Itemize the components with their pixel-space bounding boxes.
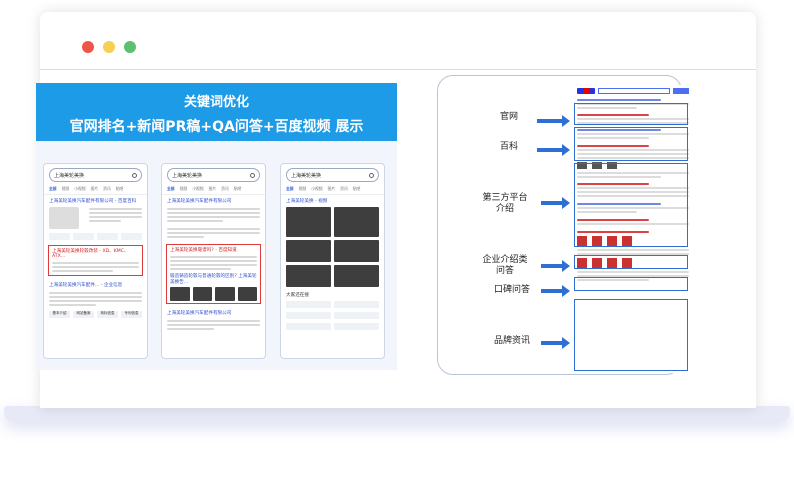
laptop-base xyxy=(4,406,790,422)
search-query: 上海美轮美换 xyxy=(291,172,322,179)
highlight-encyclopedia xyxy=(574,127,688,161)
result-text-2 xyxy=(162,225,265,241)
highlight-box: 上海美轮美换轮毂改装 - XD、KMC、ATX... xyxy=(48,245,143,276)
related-searches: 大家还在搜 xyxy=(286,293,309,298)
result-text xyxy=(162,205,265,225)
tab-all: 全部 xyxy=(49,186,57,191)
baidu-logo xyxy=(577,88,595,94)
phone-tabs: 全部 视频 小视频 图片 资讯 贴吧 xyxy=(281,184,384,195)
tab-all: 全部 xyxy=(286,186,294,191)
wheel-images xyxy=(168,286,259,302)
btn-trademark: 商标信息 xyxy=(97,311,118,318)
arrow-encyclopedia xyxy=(537,144,570,156)
phone-screenshot-3: 上海美轮美换 全部 视频 小视频 图片 资讯 贴吧 上海美轮美换 - 视频 大家… xyxy=(280,163,385,359)
highlight-title: 上海美轮美换靠谱吗? - 百度知道 xyxy=(170,248,237,253)
arrow-official-site xyxy=(537,115,570,127)
label-encyclopedia: 百科 xyxy=(499,142,518,152)
arrow-reputation-qa xyxy=(541,285,570,297)
minimize-dot[interactable] xyxy=(103,41,115,53)
btn-basic-info: 基本介绍 xyxy=(49,311,70,318)
label-company-qa: 企业介绍类 问答 xyxy=(482,255,528,276)
highlight-company-qa xyxy=(574,255,688,269)
result-body xyxy=(44,205,147,231)
phone-screenshot-2: 上海美轮美换 全部 视频 小视频 图片 资讯 贴吧 上海美轮美换汽车配件有限公司… xyxy=(161,163,266,359)
highlight-reputation-qa xyxy=(574,277,688,291)
serp-header xyxy=(573,85,693,97)
tab-images: 图片 xyxy=(90,186,99,191)
tab-news: 资讯 xyxy=(340,186,348,191)
phone-search-bar: 上海美轮美换 xyxy=(167,168,260,182)
phone-tabs: 全部 视频 小视频 图片 资讯 贴吧 xyxy=(162,184,265,195)
search-icon xyxy=(369,172,374,178)
maximize-dot[interactable] xyxy=(124,41,136,53)
btn-patent: 专利信息 xyxy=(121,311,142,318)
keyword-banner: 关键词优化 官网排名+新闻PR稿+QA问答+百度视频 展示 xyxy=(36,83,397,141)
search-query: 上海美轮美换 xyxy=(172,172,203,179)
highlight-official-site xyxy=(574,103,688,125)
highlight-text xyxy=(168,256,259,270)
search-icon xyxy=(250,172,255,178)
label-official-site: 官网 xyxy=(499,112,518,122)
tab-video: 视频 xyxy=(61,186,70,191)
footer-title: 上海美轮美换汽车配件有限公司 xyxy=(167,311,232,316)
arrow-brand-news xyxy=(541,337,570,349)
footer-text xyxy=(162,317,265,333)
result-buttons xyxy=(44,231,147,242)
phone-search-bar: 上海美轮美换 xyxy=(49,168,142,182)
serp-search-box xyxy=(598,88,670,94)
highlight-title: 上海美轮美换轮毂改装 - XD、KMC、ATX... xyxy=(52,249,129,259)
phone-panels: 上海美轮美换 全部 视频 小视频 图片 资讯 贴吧 上海美轮美换汽车配件有限公司… xyxy=(36,141,397,370)
video-grid xyxy=(281,205,384,289)
result-title: 上海美轮美换汽车配件有限公司 - 百度百科 xyxy=(49,199,137,204)
arrow-third-party xyxy=(541,197,570,209)
bottom-buttons: 基本介绍 网站备案 商标信息 专利信息 xyxy=(44,309,147,320)
label-third-party: 第三方平台 介绍 xyxy=(482,193,528,214)
related-row-1 xyxy=(281,299,384,310)
tab-short-video: 小视频 xyxy=(192,186,204,191)
tab-news: 资讯 xyxy=(103,186,111,191)
label-reputation-qa: 口碑问答 xyxy=(493,285,530,295)
related-row-2 xyxy=(281,310,384,321)
window-titlebar xyxy=(40,12,756,70)
serp-search-button xyxy=(673,88,689,94)
tab-images: 图片 xyxy=(327,186,336,191)
highlight-box: 上海美轮美换靠谱吗? - 百度知道 锻造铸造轮毂与普通轮毂的区别? 上海美轮美换… xyxy=(166,244,261,304)
video-title: 上海美轮美换 - 视频 xyxy=(286,199,328,204)
highlight-third-party xyxy=(574,163,688,247)
brand-logo-image xyxy=(49,207,79,229)
bottom-title: 上海美轮美换汽车配件... - 企业信息 xyxy=(49,283,123,288)
phone-search-bar: 上海美轮美换 xyxy=(286,168,379,182)
tab-all: 全部 xyxy=(167,186,175,191)
tab-short-video: 小视频 xyxy=(311,186,323,191)
close-dot[interactable] xyxy=(82,41,94,53)
tab-video: 视频 xyxy=(298,186,307,191)
related-row-3 xyxy=(281,321,384,332)
bottom-text xyxy=(44,289,147,309)
phone-tabs: 全部 视频 小视频 图片 资讯 贴吧 xyxy=(44,184,147,195)
bottom-title: 锻造铸造轮毂与普通轮毂的区别? 上海美轮美换告... xyxy=(170,274,257,285)
tab-news: 资讯 xyxy=(221,186,229,191)
tab-tieba: 贴吧 xyxy=(115,186,124,191)
label-brand-news: 品牌资讯 xyxy=(493,336,530,346)
highlight-brand-news xyxy=(574,299,688,371)
banner-subtitle: 官网排名+新闻PR稿+QA问答+百度视频 展示 xyxy=(69,119,364,135)
phone-screenshot-1: 上海美轮美换 全部 视频 小视频 图片 资讯 贴吧 上海美轮美换汽车配件有限公司… xyxy=(43,163,148,359)
highlight-text xyxy=(50,262,141,272)
result-text xyxy=(84,205,147,231)
result-title: 上海美轮美换汽车配件有限公司 xyxy=(167,199,232,204)
tab-video: 视频 xyxy=(179,186,188,191)
tab-images: 图片 xyxy=(208,186,217,191)
btn-icp: 网站备案 xyxy=(73,311,94,318)
banner-title: 关键词优化 xyxy=(183,95,249,110)
tab-short-video: 小视频 xyxy=(74,186,86,191)
arrow-company-qa xyxy=(541,260,570,272)
search-icon xyxy=(132,172,137,178)
tab-tieba: 贴吧 xyxy=(233,186,242,191)
tab-tieba: 贴吧 xyxy=(352,186,361,191)
search-query: 上海美轮美换 xyxy=(54,172,85,179)
